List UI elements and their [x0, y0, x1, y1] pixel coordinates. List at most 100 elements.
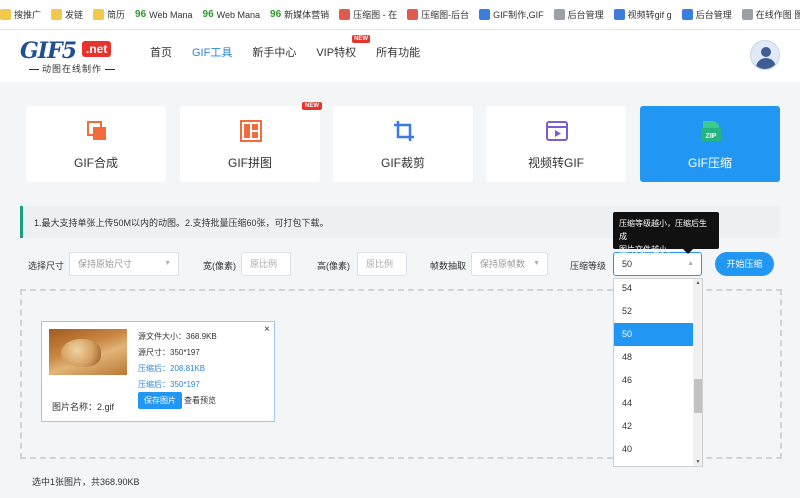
bookmark-label: 发链 [65, 10, 84, 20]
notice-text: 1.最大支持单张上传50M以内的动图。2.支持批量压缩60张，可打包下载。 [34, 218, 329, 228]
original-size: 源文件大小：368.9KB [138, 332, 217, 341]
save-image-button[interactable]: 保存图片 [138, 392, 182, 409]
logo-text: GIF5 [20, 38, 77, 64]
nav-home[interactable]: 首页 [150, 44, 172, 60]
scroll-up-icon[interactable]: ▲ [694, 280, 702, 286]
nav-vip-label: VIP特权 [316, 47, 357, 59]
bookmark-item[interactable]: 简历 [93, 8, 125, 21]
site-logo[interactable]: GIF5 .net 动图在线制作 [20, 38, 120, 74]
tool-card-gif-compress[interactable]: ZIP GIF压缩 [640, 106, 780, 182]
gif-icon [479, 9, 491, 20]
chevron-down-icon: ▼ [533, 260, 540, 267]
nav-vip[interactable]: VIP特权 NEW [316, 35, 371, 60]
level-option[interactable]: 52 [614, 300, 693, 323]
96-icon: 96 [270, 9, 282, 20]
tool-card-video-to-gif[interactable]: 视频转GIF [486, 106, 626, 182]
level-option[interactable]: 54 [614, 279, 693, 300]
size-label: 选择尺寸 [28, 261, 65, 271]
tool-cards: GIF合成 GIF拼图 NEW GIF裁剪 视频转GIF ZIP GIF压缩 [26, 102, 780, 182]
bookmark-label: 新媒体营销 [284, 10, 330, 20]
bookmark-item[interactable]: GIF制作,GIF [479, 8, 544, 21]
chevron-down-icon: ▼ [164, 260, 171, 267]
grey-icon [553, 9, 565, 20]
image-icon [407, 9, 419, 20]
level-option[interactable]: 38 [614, 461, 693, 466]
new-badge: NEW [352, 35, 371, 43]
level-option[interactable]: 46 [614, 369, 693, 392]
dropdown-scrollbar[interactable]: ▲ ▼ [693, 279, 702, 466]
level-option[interactable]: 44 [614, 392, 693, 415]
folder-icon [0, 9, 11, 20]
svg-text:ZIP: ZIP [706, 133, 717, 140]
nav-all-features[interactable]: 所有功能 [376, 44, 420, 60]
logo-subtitle: 动图在线制作 [26, 62, 118, 75]
level-option[interactable]: 40 [614, 438, 693, 461]
bookmark-item[interactable]: 视频转gif g [613, 8, 672, 21]
level-option[interactable]: 42 [614, 415, 693, 438]
bookmark-item[interactable]: 96 Web Mana [135, 9, 192, 20]
frame-select-value: 保持原帧数 [480, 259, 526, 269]
bookmark-label: 简历 [107, 10, 126, 20]
tool-label: 视频转GIF [528, 156, 584, 170]
bookmark-item[interactable]: 后台管理 [681, 8, 732, 21]
bookmark-label: 压缩图 - 在 [353, 10, 398, 20]
scroll-down-icon[interactable]: ▼ [694, 459, 702, 465]
nav-home-label: 首页 [150, 47, 172, 59]
size-select[interactable]: 保持原始尺寸 ▼ [69, 252, 179, 276]
new-badge: NEW [302, 102, 322, 110]
bookmark-item[interactable]: 压缩图-后台 [407, 8, 469, 21]
nav-gif-tools[interactable]: GIF工具 [192, 44, 232, 60]
width-input[interactable]: 原比例 [241, 252, 291, 276]
selection-summary: 选中1张图片，共368.90KB [32, 477, 140, 487]
size-select-value: 保持原始尺寸 [78, 259, 133, 269]
folder-icon [93, 9, 105, 20]
nav-all-label: 所有功能 [376, 47, 421, 59]
height-input[interactable]: 原比例 [357, 252, 407, 276]
scrollbar-thumb[interactable] [694, 379, 702, 413]
bookmark-label: GIF制作,GIF [493, 10, 544, 20]
gif-icon [613, 9, 625, 20]
grey-icon [741, 9, 753, 20]
tooltip-line: 压缩等级越小，压缩后生成 [619, 219, 707, 241]
bookmark-item[interactable]: 发链 [51, 8, 83, 21]
nav-gif-tools-label: GIF工具 [192, 47, 233, 59]
thumbnail-subject [61, 339, 101, 367]
tool-label: GIF裁剪 [381, 156, 425, 170]
tool-label: GIF合成 [74, 156, 118, 170]
avatar-head-shape [761, 47, 771, 57]
close-icon[interactable]: × [264, 324, 270, 335]
gif-icon [681, 9, 693, 20]
nav-beginner-center[interactable]: 新手中心 [252, 44, 296, 60]
gif-compress-icon: ZIP [701, 121, 721, 141]
bookmark-label: 视频转gif g [627, 10, 672, 20]
bookmarks-bar: 搜推广 发链 简历 96 Web Mana 96 Web Mana 96 新媒体营销 压缩图 - … [0, 0, 800, 30]
bookmark-item[interactable]: 搜推广 [0, 8, 41, 21]
bookmark-label: 在线作图 图 [755, 10, 800, 20]
tool-card-gif-collage[interactable]: GIF拼图 NEW [180, 102, 322, 182]
gif-compose-icon [87, 121, 106, 140]
compressed-dims: 压缩后：350*197 [138, 380, 200, 389]
main-nav: 首页 GIF工具 新手中心 VIP特权 NEW 所有功能 [150, 35, 440, 60]
level-dropdown-list[interactable]: 384042444648505254 ▲ ▼ [613, 278, 703, 467]
bookmark-item[interactable]: 96 Web Mana [203, 9, 260, 20]
level-option[interactable]: 50 [614, 323, 693, 346]
width-label: 宽(像素) [203, 261, 236, 271]
level-option[interactable]: 48 [614, 346, 693, 369]
bookmark-item[interactable]: 96 新媒体营销 [270, 8, 329, 21]
nav-beginner-label: 新手中心 [252, 47, 297, 59]
96-icon: 96 [135, 9, 147, 20]
bookmark-item[interactable]: 压缩图 - 在 [339, 8, 397, 21]
tool-card-gif-crop[interactable]: GIF裁剪 [333, 106, 473, 182]
preview-link[interactable]: 查看预览 [184, 395, 216, 406]
bookmark-label: Web Mana [216, 9, 261, 20]
user-avatar[interactable] [750, 40, 780, 70]
gif-crop-icon [394, 121, 414, 141]
bookmark-item[interactable]: 后台管理 [553, 8, 604, 21]
bookmark-label: Web Mana [149, 9, 193, 20]
frame-select[interactable]: 保持原帧数 ▼ [471, 252, 548, 276]
bookmark-item[interactable]: 在线作图 图 [741, 8, 800, 21]
start-compress-button[interactable]: 开始压缩 [715, 252, 774, 276]
bookmark-label: 搜推广 [14, 10, 42, 20]
tool-card-gif-compose[interactable]: GIF合成 [26, 106, 166, 182]
gif-thumbnail[interactable] [49, 329, 127, 375]
